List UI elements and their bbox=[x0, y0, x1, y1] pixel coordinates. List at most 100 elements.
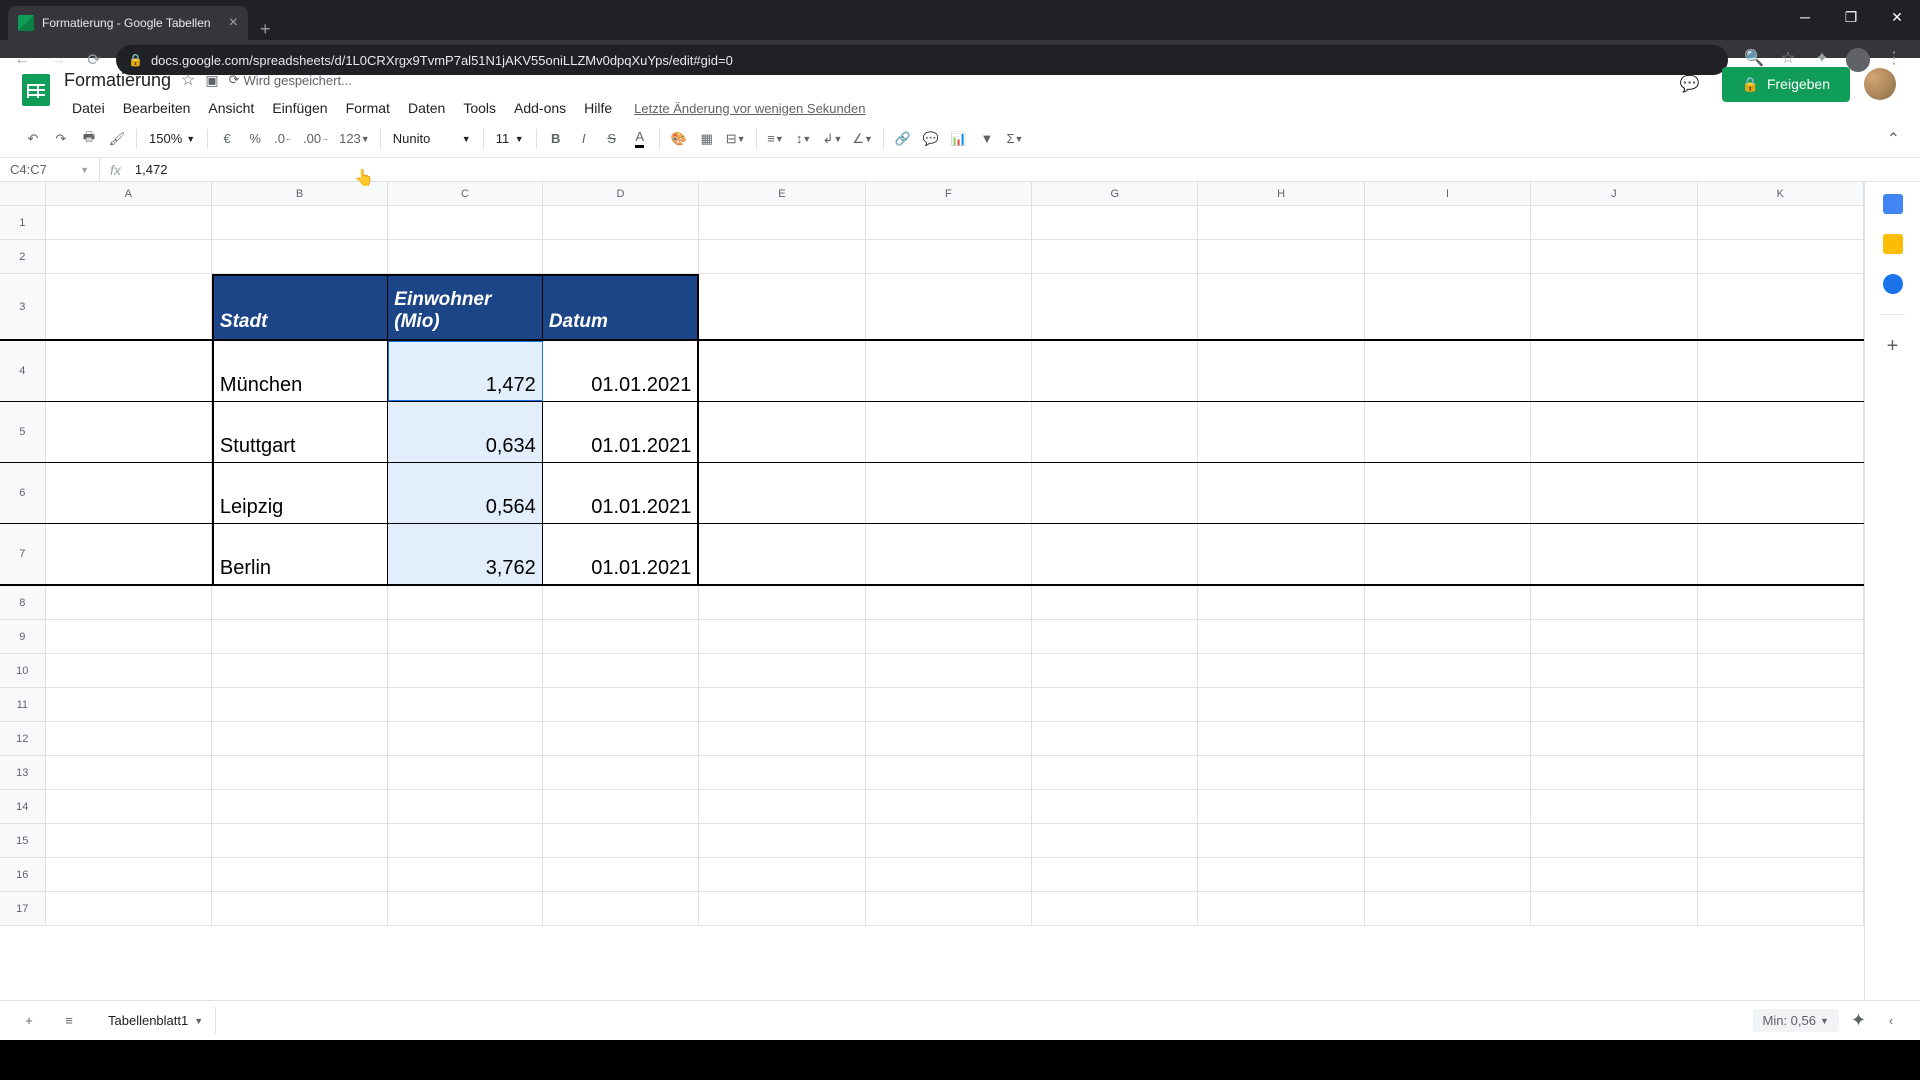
decrease-decimal-button[interactable]: .0← bbox=[270, 126, 297, 152]
cell[interactable] bbox=[1531, 858, 1697, 891]
cell[interactable] bbox=[1531, 790, 1697, 823]
cell[interactable] bbox=[699, 402, 865, 462]
cell[interactable]: 01.01.2021 bbox=[543, 341, 700, 401]
col-header[interactable]: A bbox=[46, 182, 212, 205]
col-header[interactable]: C bbox=[388, 182, 543, 205]
cell[interactable] bbox=[866, 892, 1032, 925]
cell[interactable] bbox=[1198, 402, 1364, 462]
minimize-button[interactable]: ─ bbox=[1782, 0, 1828, 34]
col-header[interactable]: G bbox=[1032, 182, 1198, 205]
cell[interactable] bbox=[388, 824, 543, 857]
comment-button[interactable]: 💬 bbox=[918, 126, 944, 152]
cell[interactable] bbox=[543, 586, 700, 619]
cell[interactable] bbox=[1531, 654, 1697, 687]
bold-button[interactable]: B bbox=[543, 126, 569, 152]
menu-hilfe[interactable]: Hilfe bbox=[576, 96, 620, 120]
cell[interactable] bbox=[699, 790, 865, 823]
cell[interactable] bbox=[212, 206, 388, 239]
cell[interactable] bbox=[1698, 790, 1864, 823]
close-tab-icon[interactable]: × bbox=[229, 14, 238, 32]
cell[interactable] bbox=[699, 654, 865, 687]
filter-button[interactable]: ▼ bbox=[974, 126, 1000, 152]
maximize-button[interactable]: ❐ bbox=[1828, 0, 1874, 34]
browser-tab[interactable]: Formatierung - Google Tabellen × bbox=[8, 6, 248, 40]
cell[interactable] bbox=[699, 892, 865, 925]
cell[interactable]: 01.01.2021 bbox=[543, 524, 700, 584]
cell[interactable] bbox=[212, 790, 388, 823]
select-all-corner[interactable] bbox=[0, 182, 46, 205]
cell[interactable] bbox=[1698, 274, 1864, 339]
cell[interactable] bbox=[866, 790, 1032, 823]
zoom-select[interactable]: 150%▼ bbox=[143, 126, 201, 152]
sheet-tab[interactable]: Tabellenblatt1▼ bbox=[96, 1007, 216, 1034]
cell[interactable] bbox=[866, 654, 1032, 687]
cell[interactable] bbox=[866, 463, 1032, 523]
cell[interactable] bbox=[543, 722, 700, 755]
row-header[interactable]: 13 bbox=[0, 756, 46, 789]
cell[interactable] bbox=[1198, 722, 1364, 755]
cell[interactable] bbox=[46, 688, 212, 721]
row-header[interactable]: 16 bbox=[0, 858, 46, 891]
cell[interactable] bbox=[866, 206, 1032, 239]
formula-input[interactable]: 1,472 bbox=[131, 162, 1920, 177]
cell[interactable] bbox=[1032, 620, 1198, 653]
font-size-select[interactable]: 11▼ bbox=[490, 126, 530, 152]
cell[interactable] bbox=[46, 858, 212, 891]
cell[interactable]: München bbox=[212, 341, 388, 401]
cell[interactable] bbox=[1198, 858, 1364, 891]
collapse-toolbar-icon[interactable]: ⌃ bbox=[1887, 129, 1900, 149]
cell[interactable] bbox=[212, 240, 388, 273]
cell[interactable] bbox=[1698, 341, 1864, 401]
functions-button[interactable]: Σ▼ bbox=[1002, 126, 1028, 152]
cell[interactable] bbox=[699, 274, 865, 339]
menu-einfuegen[interactable]: Einfügen bbox=[264, 96, 335, 120]
cell[interactable] bbox=[1531, 240, 1697, 273]
move-to-drive-icon[interactable]: ▣ bbox=[205, 72, 218, 89]
add-addon-icon[interactable]: + bbox=[1887, 335, 1899, 358]
paint-format-button[interactable]: 🖌 bbox=[104, 126, 130, 152]
cell[interactable] bbox=[699, 586, 865, 619]
cell[interactable] bbox=[1365, 240, 1531, 273]
cell[interactable] bbox=[212, 688, 388, 721]
close-window-button[interactable]: ✕ bbox=[1874, 0, 1920, 34]
cell[interactable] bbox=[1365, 688, 1531, 721]
cell[interactable] bbox=[388, 892, 543, 925]
cell[interactable] bbox=[1365, 858, 1531, 891]
cell[interactable] bbox=[866, 688, 1032, 721]
cell[interactable] bbox=[212, 824, 388, 857]
cell[interactable] bbox=[1032, 274, 1198, 339]
cell[interactable] bbox=[212, 586, 388, 619]
cell[interactable] bbox=[543, 756, 700, 789]
cell[interactable] bbox=[699, 824, 865, 857]
cell[interactable] bbox=[1032, 892, 1198, 925]
cell[interactable] bbox=[699, 524, 865, 584]
col-header[interactable]: H bbox=[1198, 182, 1364, 205]
cell[interactable] bbox=[1365, 654, 1531, 687]
tasks-icon[interactable] bbox=[1883, 274, 1903, 294]
cell[interactable] bbox=[388, 722, 543, 755]
cell[interactable] bbox=[1198, 756, 1364, 789]
cell[interactable] bbox=[866, 524, 1032, 584]
cell[interactable] bbox=[1531, 586, 1697, 619]
cell[interactable]: 3,762 bbox=[388, 524, 543, 584]
cell[interactable] bbox=[388, 756, 543, 789]
cell[interactable] bbox=[1198, 463, 1364, 523]
col-header[interactable]: J bbox=[1531, 182, 1697, 205]
increase-decimal-button[interactable]: .00→ bbox=[299, 126, 333, 152]
menu-bearbeiten[interactable]: Bearbeiten bbox=[115, 96, 199, 120]
menu-ansicht[interactable]: Ansicht bbox=[200, 96, 262, 120]
h-align-button[interactable]: ≡▼ bbox=[763, 126, 789, 152]
cell[interactable] bbox=[1365, 524, 1531, 584]
cell[interactable] bbox=[1032, 206, 1198, 239]
borders-button[interactable]: ▦ bbox=[694, 126, 720, 152]
v-align-button[interactable]: ↕▼ bbox=[791, 126, 817, 152]
col-header[interactable]: K bbox=[1698, 182, 1864, 205]
spreadsheet-grid[interactable]: A B C D E F G H I J K 123StadtEinwohner … bbox=[0, 182, 1864, 1000]
cell[interactable]: 01.01.2021 bbox=[543, 463, 700, 523]
cell[interactable] bbox=[1531, 524, 1697, 584]
cell[interactable] bbox=[1698, 463, 1864, 523]
cell[interactable]: 0,634 bbox=[388, 402, 543, 462]
new-tab-button[interactable]: + bbox=[248, 19, 283, 40]
row-header[interactable]: 12 bbox=[0, 722, 46, 755]
cell[interactable] bbox=[1365, 341, 1531, 401]
